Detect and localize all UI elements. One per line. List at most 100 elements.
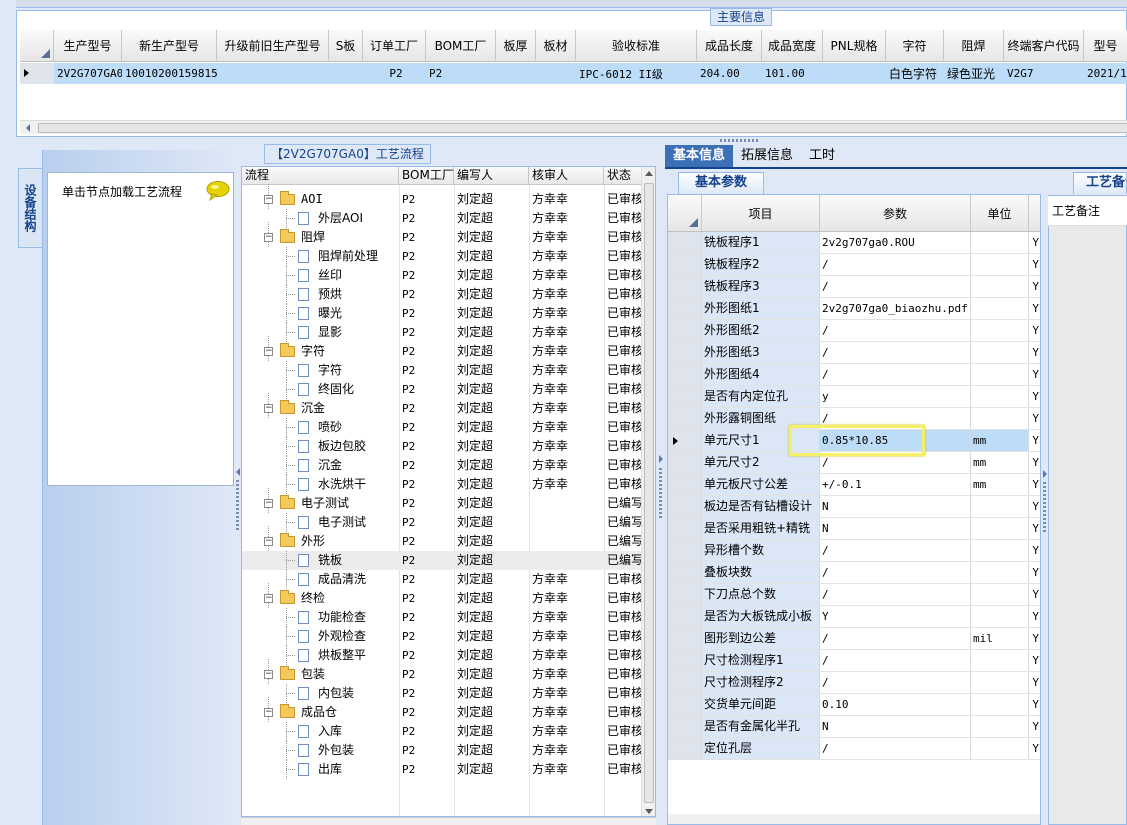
col-standard[interactable]: 验收标准 [576, 30, 697, 61]
flow-tree-cell[interactable]: 外包装 [242, 741, 399, 760]
col-thickness[interactable]: 板厚 [496, 30, 536, 61]
col-flow[interactable]: 流程 [242, 167, 399, 184]
cell-prod-model[interactable]: 2V2G707GA0 [54, 63, 122, 84]
col-status[interactable]: 状态 [604, 167, 642, 184]
param-row[interactable]: 图形到边公差 / mil Y [668, 628, 1040, 650]
param-value[interactable]: 2v2g707ga0_biaozhu.pdf [820, 298, 971, 319]
param-row[interactable]: 是否采用粗铣+精铣 N Y [668, 518, 1040, 540]
param-row-header[interactable] [668, 452, 702, 473]
flow-hscrollbar[interactable] [241, 817, 656, 825]
flow-row[interactable]: − 阻焊 P2 刘定超 方幸幸 已审核 [242, 222, 642, 247]
tab-work-hours[interactable]: 工时 [801, 145, 843, 167]
param-value[interactable]: 0.85*10.85 [820, 430, 971, 451]
param-value[interactable]: 2v2g707ga0.ROU [820, 232, 971, 253]
param-value[interactable]: N [820, 716, 971, 737]
collapse-icon[interactable]: − [264, 404, 273, 413]
col-reviewer[interactable]: 核审人 [529, 167, 604, 184]
flow-row[interactable]: 成品清洗 P2 刘定超 方幸幸 已审核 [242, 570, 642, 589]
flow-tree-cell[interactable]: − 终检 [242, 583, 399, 608]
node-box[interactable]: 单击节点加载工艺流程 [47, 172, 234, 486]
flow-tree-cell[interactable]: 成品清洗 [242, 570, 399, 589]
flow-tree-cell[interactable]: 水洗烘干 [242, 475, 399, 494]
col-old-model[interactable]: 升级前旧生产型号 [217, 30, 329, 61]
cell-thickness[interactable] [496, 63, 536, 84]
param-row-header[interactable] [668, 474, 702, 495]
flow-tree-cell[interactable]: 阻焊前处理 [242, 247, 399, 266]
flow-tree-cell[interactable]: − 电子测试 [242, 488, 399, 513]
cell-s-board[interactable] [329, 63, 363, 84]
craft-notes-tab[interactable]: 工艺备注 [1073, 172, 1127, 194]
cell-bom-factory[interactable]: P2 [426, 63, 496, 84]
flow-tree-cell[interactable]: − 成品仓 [242, 697, 399, 722]
flow-row[interactable]: 外包装 P2 刘定超 方幸幸 已审核 [242, 741, 642, 760]
param-row-header[interactable] [668, 650, 702, 671]
select-all-corner[interactable] [20, 30, 54, 61]
param-value[interactable]: Y [820, 606, 971, 627]
flow-row[interactable]: 内包装 P2 刘定超 方幸幸 已审核 [242, 684, 642, 703]
param-row[interactable]: 下刀点总个数 / Y [668, 584, 1040, 606]
param-row[interactable]: 外形图纸4/ Y [668, 364, 1040, 386]
collapse-icon[interactable]: − [264, 537, 273, 546]
param-row[interactable]: 交货单元间距 0.10 Y [668, 694, 1040, 716]
col-date[interactable]: 型号 [1084, 30, 1127, 61]
flow-tree-cell[interactable]: − 包装 [242, 659, 399, 684]
param-row[interactable]: 板边是否有钻槽设计 N Y [668, 496, 1040, 518]
cell-material[interactable] [536, 63, 576, 84]
flow-row[interactable]: 电子测试 P2 刘定超 已编写 [242, 513, 642, 532]
param-row-header[interactable] [668, 628, 702, 649]
param-value[interactable]: / [820, 672, 971, 693]
process-flow-tree[interactable]: 流程 BOM工厂 编写人 核审人 状态 − AOI P2 刘定超 方幸幸 已审核 外层AOI… [241, 166, 656, 817]
col-prod-model[interactable]: 生产型号 [54, 30, 122, 61]
flow-tree-cell[interactable]: 铣板 [242, 551, 399, 570]
cell-standard[interactable]: IPC-6012 II级 [576, 63, 697, 84]
param-row-header[interactable] [668, 408, 702, 429]
flow-row[interactable]: − 包装 P2 刘定超 方幸幸 已审核 [242, 659, 642, 684]
params-hscrollbar[interactable] [668, 814, 1040, 824]
flow-tree-cell[interactable]: 曝光 [242, 304, 399, 323]
param-row-header[interactable] [668, 518, 702, 539]
param-value[interactable]: +/-0.1 [820, 474, 971, 495]
flow-row[interactable]: 板边包胶 P2 刘定超 方幸幸 已审核 [242, 437, 642, 456]
param-value[interactable]: / [820, 342, 971, 363]
cell-customer-code[interactable]: V2G7 [1004, 63, 1084, 84]
col-material[interactable]: 板材 [536, 30, 576, 61]
param-value[interactable]: / [820, 540, 971, 561]
flow-row[interactable]: 功能检查 P2 刘定超 方幸幸 已审核 [242, 608, 642, 627]
param-row[interactable]: 铣板程序1 2v2g707ga0.ROU Y [668, 232, 1040, 254]
flow-tree-cell[interactable]: 板边包胶 [242, 437, 399, 456]
flow-vscrollbar[interactable] [641, 167, 655, 816]
param-row-header[interactable] [668, 694, 702, 715]
middle-splitter[interactable] [657, 150, 665, 825]
col-unit[interactable]: 单位 [971, 195, 1029, 231]
cell-date[interactable]: 2021/1 [1084, 63, 1127, 84]
flow-row[interactable]: 水洗烘干 P2 刘定超 方幸幸 已审核 [242, 475, 642, 494]
flow-row[interactable]: 出库 P2 刘定超 方幸幸 已审核 [242, 760, 642, 779]
cell-new-model[interactable]: 10010200159815 [122, 63, 217, 84]
main-info-hscroll-thumb[interactable] [38, 123, 1127, 133]
param-row-header[interactable] [668, 342, 702, 363]
col-legend[interactable]: 字符 [886, 30, 944, 61]
param-value[interactable]: y [820, 386, 971, 407]
tab-basic-info[interactable]: 基本信息 [665, 145, 734, 167]
col-order-factory[interactable]: 订单工厂 [363, 30, 426, 61]
flow-tree-cell[interactable]: 终固化 [242, 380, 399, 399]
param-row[interactable]: 外形图纸1 2v2g707ga0_biaozhu.pdf Y [668, 298, 1040, 320]
param-row-header[interactable] [668, 232, 702, 253]
flow-tree-cell[interactable]: 内包装 [242, 684, 399, 703]
flow-row[interactable]: 终固化 P2 刘定超 方幸幸 已审核 [242, 380, 642, 399]
param-row[interactable]: 定位孔层 / Y [668, 738, 1040, 760]
flow-row[interactable]: 丝印 P2 刘定超 方幸幸 已审核 [242, 266, 642, 285]
param-row-header[interactable] [668, 430, 702, 451]
flow-row[interactable]: 预烘 P2 刘定超 方幸幸 已审核 [242, 285, 642, 304]
flow-vscroll-thumb[interactable] [644, 183, 654, 803]
collapse-icon[interactable]: − [264, 670, 273, 679]
flow-tree-cell[interactable]: 电子测试 [242, 513, 399, 532]
cell-old-model[interactable] [217, 63, 329, 84]
flow-tree-cell[interactable]: 外层AOI [242, 209, 399, 228]
param-row[interactable]: 尺寸检测程序1/ Y [668, 650, 1040, 672]
flow-tree-cell[interactable]: 喷砂 [242, 418, 399, 437]
params-corner[interactable] [668, 195, 702, 231]
param-row[interactable]: 是否有内定位孔 y Y [668, 386, 1040, 408]
param-row-header[interactable] [668, 276, 702, 297]
basic-params-grid[interactable]: 项目 参数 单位 铣板程序1 2v2g707ga0.ROU Y 铣板程序2/Y 铣板程序… [667, 194, 1041, 825]
